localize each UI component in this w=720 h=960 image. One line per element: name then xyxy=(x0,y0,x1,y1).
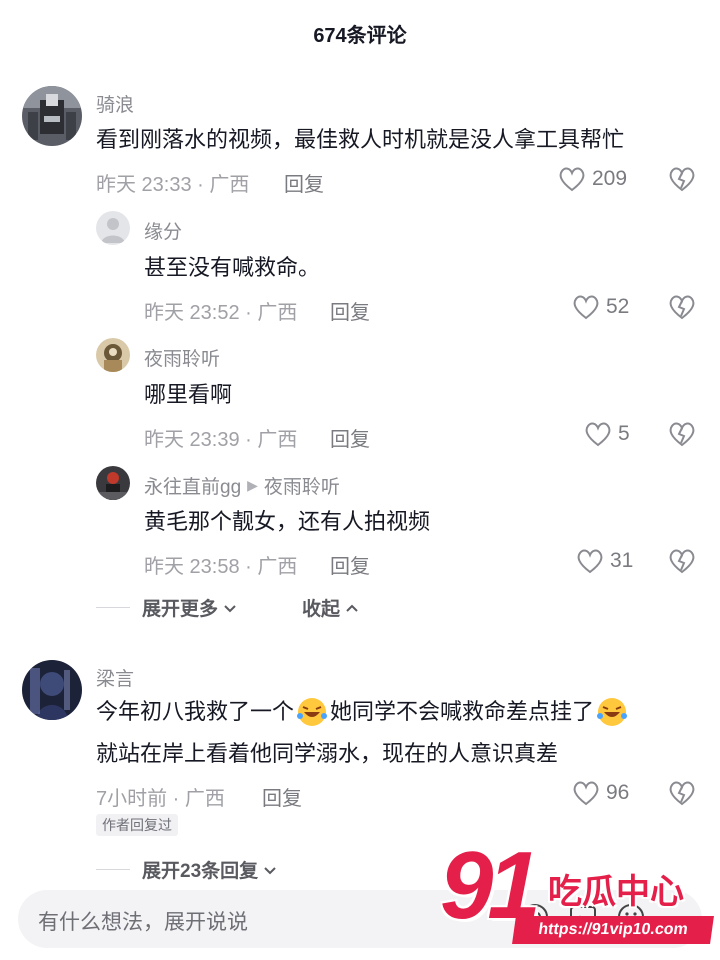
comment-text-line-1: 今年初八我救了一个 她同学不会喊救命差点挂了 xyxy=(96,692,628,732)
like-count: 52 xyxy=(606,295,630,318)
expand-more-label: 展开更多 xyxy=(142,599,219,620)
dislike-button[interactable] xyxy=(668,421,696,452)
comment-username[interactable]: 夜雨聆听 xyxy=(144,344,220,371)
watermark-brand: 吃瓜中心 xyxy=(548,873,684,911)
reply-button[interactable]: 回复 xyxy=(330,550,370,579)
avatar[interactable] xyxy=(96,338,130,372)
laughing-tears-emoji-icon xyxy=(297,698,328,726)
dislike-button[interactable] xyxy=(668,294,696,325)
expand-replies-label: 展开23条回复 xyxy=(142,861,259,882)
comment-username[interactable]: 缘分 xyxy=(144,217,182,244)
author-replied-badge: 作者回复过 xyxy=(96,814,178,836)
comment-username[interactable]: 梁言 xyxy=(96,664,134,691)
like-button[interactable]: 5 xyxy=(584,421,630,447)
divider xyxy=(96,607,130,608)
reply-header: 永往直前gg ▶ 夜雨聆听 xyxy=(144,472,340,499)
like-button[interactable]: 52 xyxy=(572,294,629,320)
comment-meta: 昨天 23:39 · 广西 xyxy=(144,429,298,451)
heart-outline-icon xyxy=(573,781,599,806)
triangle-right-icon: ▶ xyxy=(247,477,258,493)
comment-meta: 7小时前 · 广西 xyxy=(96,788,225,810)
dislike-button[interactable] xyxy=(668,780,696,811)
chevron-down-icon xyxy=(224,604,236,612)
chevron-down-icon xyxy=(264,866,276,874)
reply-button[interactable]: 回复 xyxy=(330,296,370,325)
broken-heart-icon xyxy=(669,295,695,320)
comment-meta: 昨天 23:58 · 广西 xyxy=(144,556,298,578)
reply-button[interactable]: 回复 xyxy=(262,782,302,811)
like-count: 96 xyxy=(606,781,630,804)
collapse-button[interactable]: 收起 xyxy=(302,594,360,621)
watermark-logo: 91 吃瓜中心 https://91vip10.com xyxy=(440,836,720,960)
comment-username[interactable]: 永往直前gg xyxy=(144,472,241,499)
reply-button[interactable]: 回复 xyxy=(284,168,324,197)
divider xyxy=(96,869,130,870)
comment-text: 看到刚落水的视频，最佳救人时机就是没人拿工具帮忙 xyxy=(96,127,625,152)
avatar[interactable] xyxy=(96,466,130,500)
like-button[interactable]: 31 xyxy=(576,548,633,574)
comment-text: 黄毛那个靓女，还有人拍视频 xyxy=(144,509,431,534)
heart-outline-icon xyxy=(573,295,599,320)
like-count: 5 xyxy=(618,422,630,445)
chevron-up-icon xyxy=(346,604,358,612)
comment-text: 哪里看啊 xyxy=(144,382,233,407)
comment-username[interactable]: 骑浪 xyxy=(96,90,134,117)
avatar[interactable] xyxy=(22,86,82,146)
dislike-button[interactable] xyxy=(668,548,696,579)
broken-heart-icon xyxy=(669,422,695,447)
dislike-button[interactable] xyxy=(668,166,696,197)
broken-heart-icon xyxy=(669,167,695,192)
watermark-url: https://91vip10.com xyxy=(512,916,714,944)
like-button[interactable]: 96 xyxy=(572,780,629,806)
like-button[interactable]: 209 xyxy=(558,166,627,192)
broken-heart-icon xyxy=(669,781,695,806)
broken-heart-icon xyxy=(669,549,695,574)
collapse-label: 收起 xyxy=(302,599,341,620)
comment-text: 她同学不会喊救命差点挂了 xyxy=(330,699,595,724)
comment-text: 今年初八我救了一个 xyxy=(96,699,295,724)
comments-header: 674条评论 xyxy=(0,0,720,66)
comments-count-title: 674条评论 xyxy=(313,24,407,47)
like-count: 31 xyxy=(610,549,634,572)
comment-text: 甚至没有喊救命。 xyxy=(144,255,321,280)
heart-outline-icon xyxy=(559,167,585,192)
avatar[interactable] xyxy=(96,211,130,245)
like-count: 209 xyxy=(592,167,628,190)
heart-outline-icon xyxy=(577,549,603,574)
expand-replies-button[interactable]: 展开23条回复 xyxy=(96,856,278,883)
comment-input-placeholder: 有什么想法，展开说说 xyxy=(38,911,248,934)
heart-outline-icon xyxy=(585,422,611,447)
expand-more-button[interactable]: 展开更多 xyxy=(96,594,238,621)
reply-button[interactable]: 回复 xyxy=(330,423,370,452)
laughing-tears-emoji-icon xyxy=(597,698,628,726)
comment-meta: 昨天 23:33 · 广西 xyxy=(96,174,250,196)
comment-meta: 昨天 23:52 · 广西 xyxy=(144,302,298,324)
reply-to-username[interactable]: 夜雨聆听 xyxy=(264,472,340,499)
comment-text-line-2: 就站在岸上看着他同学溺水，现在的人意识真差 xyxy=(96,741,559,766)
avatar[interactable] xyxy=(22,660,82,720)
